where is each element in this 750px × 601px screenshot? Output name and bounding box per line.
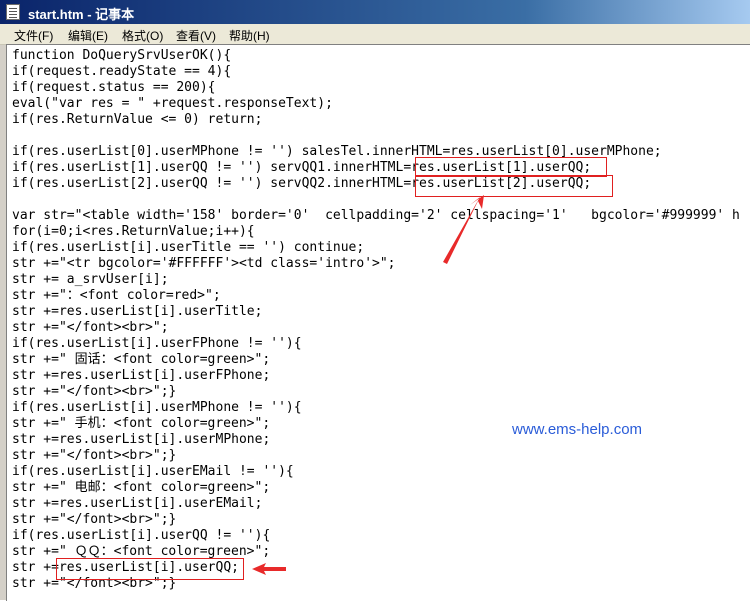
text-editor[interactable]: function DoQuerySrvUserOK(){ if(request.… [6,44,750,601]
notepad-icon [6,4,20,20]
code-line: str +=" 电邮：<font color=green>"; [12,480,271,495]
menu-help[interactable]: 帮助(H) [229,27,270,44]
code-line: str +="</font><br>";} [12,384,177,399]
code-line: if(res.userList[i].userMPhone != ''){ [12,400,302,415]
code-line: function DoQuerySrvUserOK(){ [12,48,232,63]
code-line: str +="</font><br>";} [12,448,177,463]
code-line: str +="：<font color=red>"; [12,288,221,303]
code-line: if(res.userList[i].userFPhone != ''){ [12,336,302,351]
watermark-text: www.ems-help.com [512,421,643,438]
menu-bar: 文件(F) 编辑(E) 格式(O) 查看(V) 帮助(H) [0,24,750,45]
menu-format[interactable]: 格式(O) [122,27,163,44]
menu-file[interactable]: 文件(F) [14,27,53,44]
code-line: str +="</font><br>";} [12,512,177,527]
window-title: start.htm - 记事本 [28,7,135,22]
code-line: if(res.ReturnValue <= 0) return; [12,112,263,127]
title-bar[interactable]: start.htm - 记事本 [0,0,750,24]
code-line: str +=res.userList[i].userEMail; [12,496,263,511]
code-line: str +=res.userList[i].userTitle; [12,304,263,319]
highlight-box-userlist-i-qq [56,558,244,580]
code-line: str +="<tr bgcolor='#FFFFFF'><td class='… [12,256,396,271]
code-line: str +="</font><br>"; [12,320,169,335]
menu-edit[interactable]: 编辑(E) [68,27,108,44]
highlight-box-userlist2-qq [415,175,613,197]
code-line: str +=res.userList[i].userFPhone; [12,368,271,383]
menu-view[interactable]: 查看(V) [176,27,216,44]
code-line: if(res.userList[i].userTitle == '') cont… [12,240,365,255]
code-line: eval("var res = " +request.responseText)… [12,96,333,111]
highlight-box-userlist1-qq [415,157,607,177]
code-line: if(request.readyState == 4){ [12,64,232,79]
code-line: var str="<table width='158' border='0' c… [12,208,740,223]
code-line: str +=" 手机：<font color=green>"; [12,416,271,431]
code-line: str += a_srvUser[i]; [12,272,169,287]
code-line: if(res.userList[i].userQQ != ''){ [12,528,271,543]
notepad-window: start.htm - 记事本 文件(F) 编辑(E) 格式(O) 查看(V) … [0,0,750,601]
code-line: if(request.status == 200){ [12,80,216,95]
code-line: str +=" 固话：<font color=green>"; [12,352,271,367]
code-line: if(res.userList[i].userEMail != ''){ [12,464,294,479]
code-line: for(i=0;i<res.ReturnValue;i++){ [12,224,255,239]
code-line: str +=res.userList[i].userMPhone; [12,432,271,447]
